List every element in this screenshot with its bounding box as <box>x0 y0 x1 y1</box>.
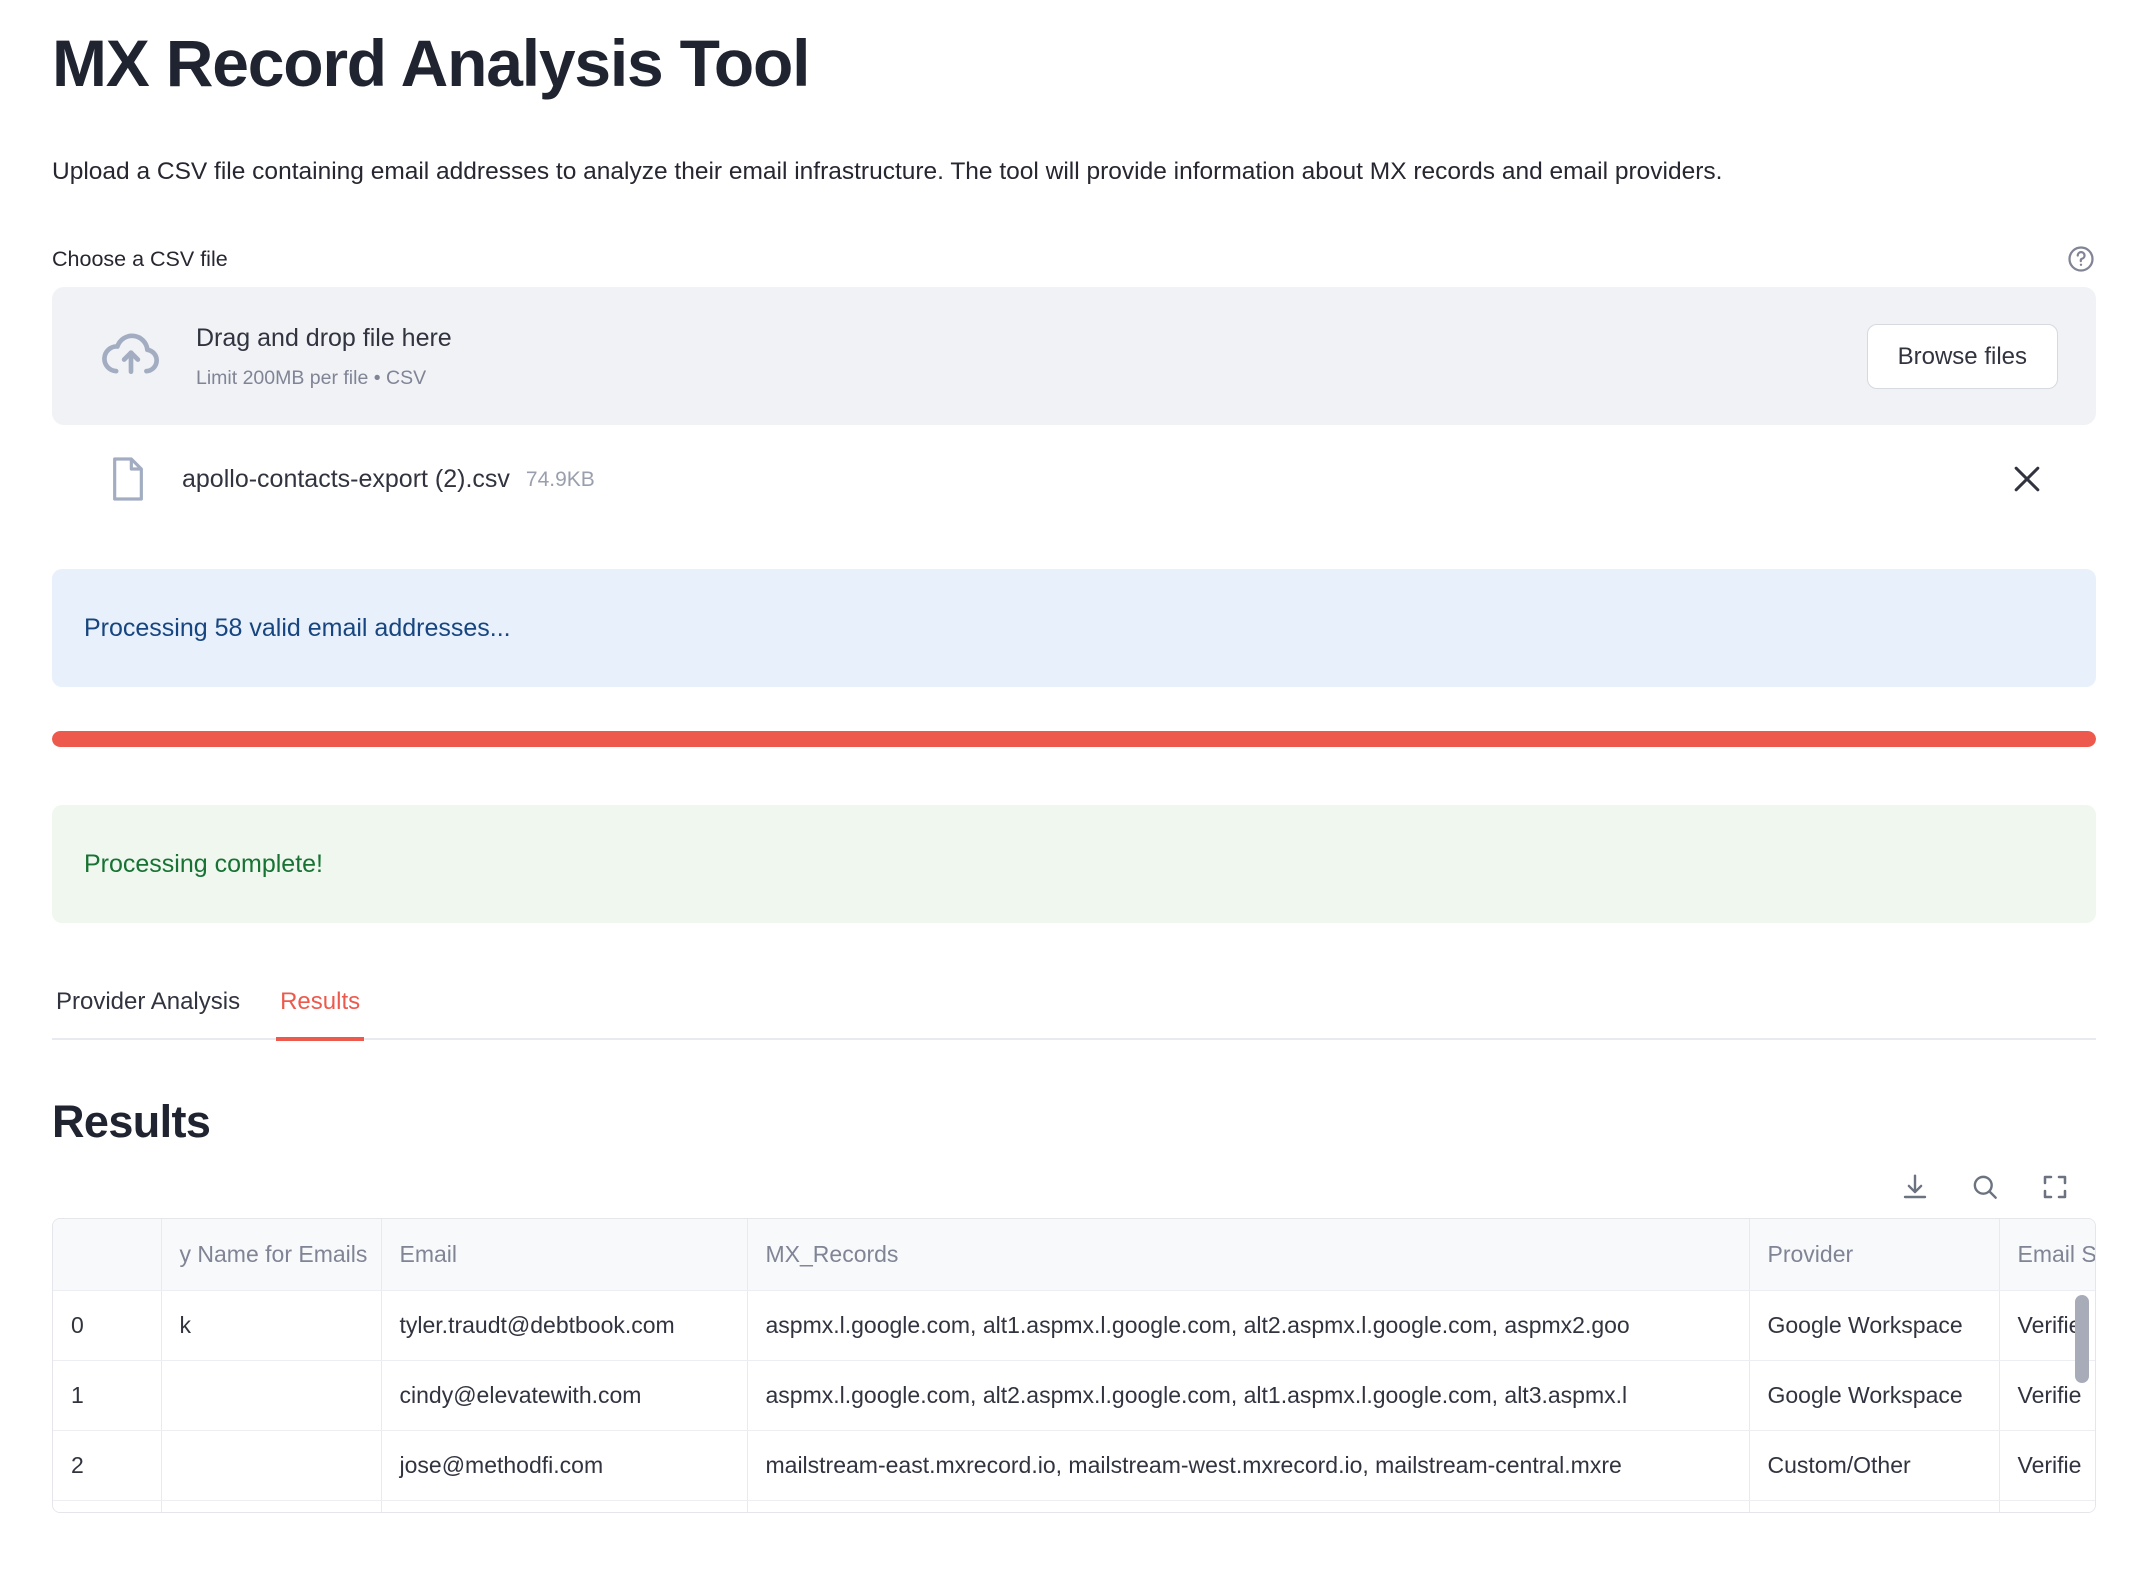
cell-index: 1 <box>53 1361 161 1431</box>
table-vertical-scrollbar[interactable] <box>2075 1295 2089 1383</box>
file-uploader-label: Choose a CSV file <box>52 243 228 275</box>
column-header-mx-records[interactable]: MX_Records <box>747 1219 1749 1291</box>
cell-company <box>161 1501 381 1513</box>
cell-company: k <box>161 1291 381 1361</box>
table-body: 0ktyler.traudt@debtbook.comaspmx.l.googl… <box>53 1291 2096 1513</box>
cloud-upload-icon <box>98 323 164 389</box>
processing-success-text: Processing complete! <box>84 846 323 882</box>
processing-info-alert: Processing 58 valid email addresses... <box>52 569 2096 687</box>
table-header: y Name for Emails Email MX_Records Provi… <box>53 1219 2096 1291</box>
processing-success-alert: Processing complete! <box>52 805 2096 923</box>
tab-bar: Provider Analysis Results <box>52 981 2096 1040</box>
fullscreen-icon[interactable] <box>2038 1170 2072 1204</box>
table-row[interactable]: 2 jose@methodfi.commailstream-east.mxreco… <box>53 1431 2096 1501</box>
uploaded-file-name: apollo-contacts-export (2).csv <box>182 463 510 496</box>
app-root: MX Record Analysis Tool Upload a CSV fil… <box>0 26 2148 1513</box>
cell-mx-records: aspmx.l.google.com, alt1.aspmx.l.google.… <box>747 1501 1749 1513</box>
dataframe-toolbar <box>52 1158 2096 1216</box>
dropzone-instruction: Drag and drop file here <box>196 321 1867 356</box>
dropzone-text: Drag and drop file here Limit 200MB per … <box>196 321 1867 392</box>
remove-file-close-icon[interactable] <box>2004 456 2050 502</box>
results-dataframe[interactable]: y Name for Emails Email MX_Records Provi… <box>52 1218 2096 1513</box>
cell-mx-records: mailstream-east.mxrecord.io, mailstream-… <box>747 1431 1749 1501</box>
dropzone-limit: Limit 200MB per file • CSV <box>196 365 1867 392</box>
progress-bar-fill <box>52 731 2096 747</box>
table-row[interactable]: 0ktyler.traudt@debtbook.comaspmx.l.googl… <box>53 1291 2096 1361</box>
cell-company <box>161 1431 381 1501</box>
processing-info-text: Processing 58 valid email addresses... <box>84 610 511 646</box>
uploaded-file-row: apollo-contacts-export (2).csv 74.9KB <box>52 431 2096 527</box>
progress-bar-track <box>52 731 2096 747</box>
page-description: Upload a CSV file containing email addre… <box>52 152 2096 191</box>
cell-email: cindy@elevatewith.com <box>381 1361 747 1431</box>
column-header-index[interactable] <box>53 1219 161 1291</box>
table-row[interactable]: 3 michael@splitero.comaspmx.l.google.com,… <box>53 1501 2096 1513</box>
cell-company <box>161 1361 381 1431</box>
column-header-provider[interactable]: Provider <box>1749 1219 1999 1291</box>
cell-mx-records: aspmx.l.google.com, alt1.aspmx.l.google.… <box>747 1291 1749 1361</box>
cell-email: jose@methodfi.com <box>381 1431 747 1501</box>
cell-email-status: Verifie <box>1999 1501 2096 1513</box>
help-circle-icon[interactable] <box>2066 244 2096 274</box>
cell-index: 3 <box>53 1501 161 1513</box>
column-header-email[interactable]: Email <box>381 1219 747 1291</box>
tab-provider-analysis[interactable]: Provider Analysis <box>52 981 244 1041</box>
column-header-company[interactable]: y Name for Emails <box>161 1219 381 1291</box>
browse-files-button[interactable]: Browse files <box>1867 324 2058 389</box>
column-header-email-status[interactable]: Email S <box>1999 1219 2096 1291</box>
file-document-icon <box>108 455 148 503</box>
cell-provider: Custom/Other <box>1749 1431 1999 1501</box>
search-icon[interactable] <box>1968 1170 2002 1204</box>
cell-provider: Google Workspace <box>1749 1361 1999 1431</box>
cell-provider: Google Workspace <box>1749 1501 1999 1513</box>
cell-email: michael@splitero.com <box>381 1501 747 1513</box>
cell-email: tyler.traudt@debtbook.com <box>381 1291 747 1361</box>
file-uploader-label-row: Choose a CSV file <box>52 243 2096 275</box>
cell-provider: Google Workspace <box>1749 1291 1999 1361</box>
cell-index: 0 <box>53 1291 161 1361</box>
table-row[interactable]: 1 cindy@elevatewith.comaspmx.l.google.com… <box>53 1361 2096 1431</box>
uploaded-file-size: 74.9KB <box>526 466 595 493</box>
tab-results[interactable]: Results <box>276 981 364 1041</box>
download-icon[interactable] <box>1898 1170 1932 1204</box>
file-dropzone[interactable]: Drag and drop file here Limit 200MB per … <box>52 287 2096 425</box>
cell-mx-records: aspmx.l.google.com, alt2.aspmx.l.google.… <box>747 1361 1749 1431</box>
cell-email-status: Verifie <box>1999 1431 2096 1501</box>
table-header-row: y Name for Emails Email MX_Records Provi… <box>53 1219 2096 1291</box>
results-table: y Name for Emails Email MX_Records Provi… <box>53 1219 2096 1513</box>
cell-index: 2 <box>53 1431 161 1501</box>
results-heading: Results <box>52 1096 2096 1148</box>
page-title: MX Record Analysis Tool <box>52 26 2096 102</box>
